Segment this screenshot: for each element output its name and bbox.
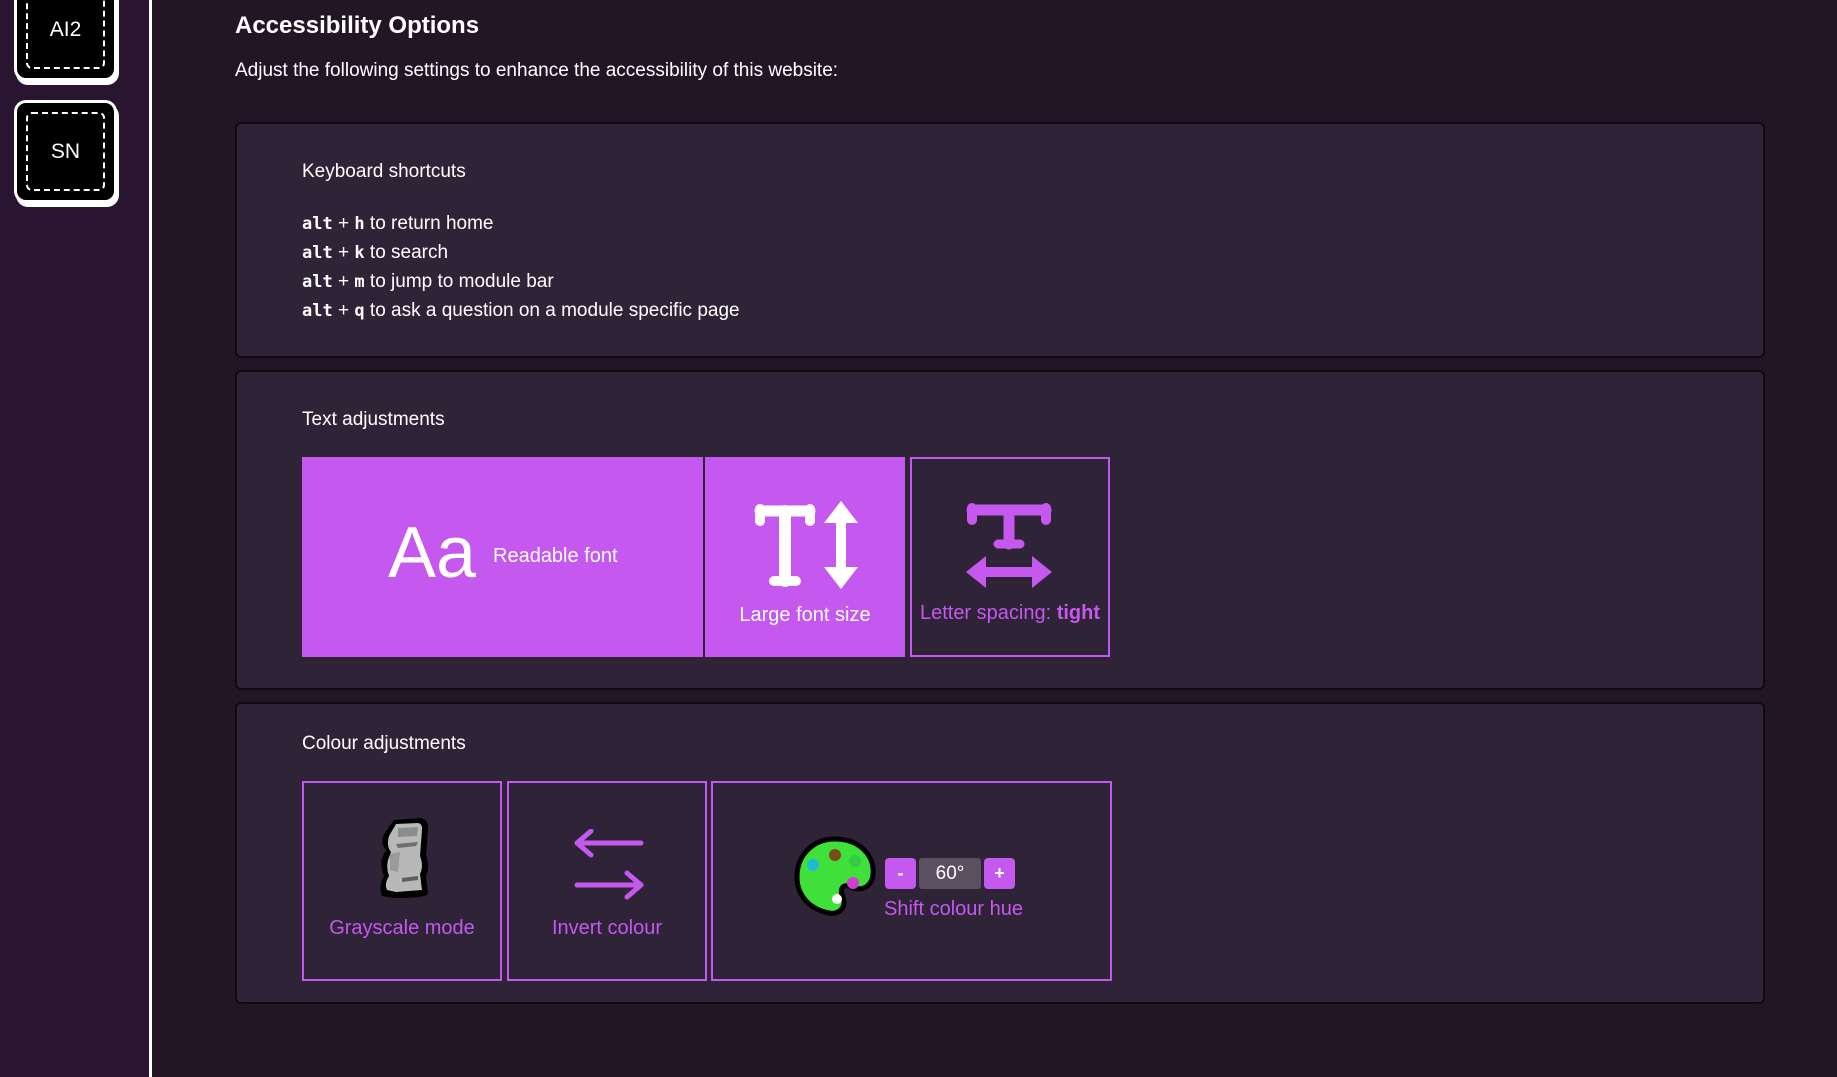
shift-colour-hue-control: - 60° + Shift colour hue — [711, 781, 1112, 981]
hue-decrease-button[interactable]: - — [885, 858, 916, 889]
shortcut-plus: + — [338, 271, 350, 292]
letter-spacing-text: Letter spacing: — [919, 602, 1052, 624]
module-button-sn[interactable]: SN — [14, 100, 117, 203]
shortcut-modifier: alt — [302, 301, 333, 321]
page-description: Adjust the following settings to enhance… — [235, 60, 839, 81]
shortcut-search: alt + k to search — [302, 242, 448, 264]
palette-icon — [794, 836, 876, 916]
shortcut-question: alt + q to ask a question on a module sp… — [302, 300, 740, 322]
text-height-icon — [754, 501, 858, 589]
shortcut-modifier: alt — [302, 272, 333, 292]
shortcut-plus: + — [338, 213, 350, 234]
keyboard-shortcuts-title: Keyboard shortcuts — [302, 161, 466, 182]
shortcut-modifier: alt — [302, 214, 333, 234]
module-sidebar: AI2 SN — [0, 0, 152, 1077]
shortcut-home: alt + h to return home — [302, 213, 494, 235]
shortcut-description: to return home — [369, 213, 494, 234]
readable-font-toggle[interactable]: Aa Readable font — [302, 457, 703, 657]
hue-value: 60° — [919, 858, 981, 889]
grayscale-mode-label: Grayscale mode — [329, 917, 475, 939]
module-button-label: SN — [50, 139, 81, 163]
hue-increase-button[interactable]: + — [984, 858, 1015, 889]
text-adjustments-title: Text adjustments — [302, 409, 445, 430]
large-font-size-label: Large font size — [739, 604, 871, 626]
shortcut-description: to jump to module bar — [369, 271, 554, 292]
letter-spacing-label: Letter spacing: tight — [912, 602, 1108, 625]
readable-font-glyph: Aa — [388, 513, 477, 593]
letter-spacing-icon — [966, 503, 1052, 588]
shortcut-description: to search — [369, 242, 449, 263]
keyboard-shortcuts-panel: Keyboard shortcuts alt + h to return hom… — [235, 122, 1765, 358]
module-button-label: AI2 — [49, 17, 82, 41]
shortcut-modifier: alt — [302, 243, 333, 263]
invert-colour-toggle[interactable]: Invert colour — [507, 781, 707, 981]
shortcut-description: to ask a question on a module specific p… — [369, 300, 740, 321]
shortcut-module-bar: alt + m to jump to module bar — [302, 271, 554, 293]
shortcut-key: h — [354, 214, 365, 234]
large-font-size-toggle[interactable]: Large font size — [705, 457, 905, 657]
moai-icon — [380, 818, 428, 898]
colour-adjustments-title: Colour adjustments — [302, 733, 466, 754]
page-title: Accessibility Options — [235, 12, 480, 39]
shortcut-key: k — [354, 243, 365, 263]
letter-spacing-value: tight — [1056, 602, 1101, 624]
text-adjustments-panel: Text adjustments Aa Readable font Large … — [235, 370, 1765, 690]
readable-font-label: Readable font — [493, 545, 618, 567]
module-button-ai2[interactable]: AI2 — [14, 0, 117, 81]
letter-spacing-toggle[interactable]: Letter spacing: tight — [910, 457, 1110, 657]
shift-colour-hue-label: Shift colour hue — [884, 898, 1023, 920]
shortcut-plus: + — [338, 242, 350, 263]
colour-adjustments-panel: Colour adjustments Grayscale mode Invert… — [235, 702, 1765, 1004]
swap-arrows-icon — [574, 829, 644, 900]
grayscale-mode-toggle[interactable]: Grayscale mode — [302, 781, 502, 981]
invert-colour-label: Invert colour — [551, 917, 663, 939]
shortcut-plus: + — [338, 300, 350, 321]
shortcut-key: m — [354, 272, 365, 292]
shortcut-key: q — [354, 301, 365, 321]
